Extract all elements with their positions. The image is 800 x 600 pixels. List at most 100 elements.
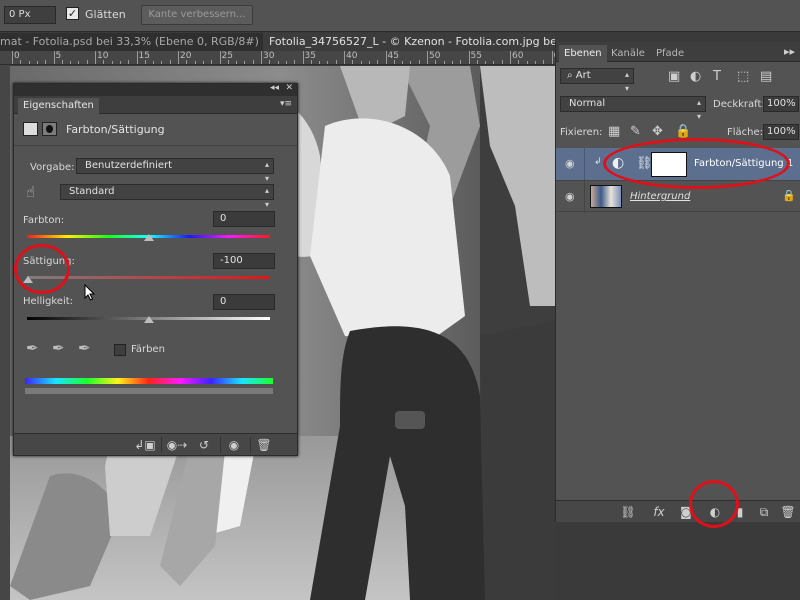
ruler-tick	[377, 60, 379, 64]
eye-icon[interactable]: ◉	[565, 157, 575, 170]
clip-to-layer-icon[interactable]: ↲▣	[134, 437, 156, 453]
colorize-label: Färben	[131, 344, 165, 355]
tab-layers[interactable]: Ebenen	[559, 45, 607, 62]
ruler-tick	[534, 61, 536, 64]
layer-row[interactable]: ◉ Hintergrund 🔒	[556, 180, 800, 213]
eyedropper-icon[interactable]: ✒	[26, 339, 39, 357]
ruler-label: 5	[55, 51, 62, 61]
ruler-tick	[219, 51, 221, 64]
new-layer-icon[interactable]: ⧉	[754, 504, 774, 520]
blend-mode-select[interactable]: Normal ▴ ▾	[560, 96, 706, 121]
ruler-tick	[443, 61, 445, 64]
ruler-tick	[319, 61, 321, 64]
ruler-tick	[20, 60, 22, 64]
properties-footer: ↲▣ ◉⇢ ↺ ◉ 🗑	[14, 433, 297, 455]
ruler-tick	[310, 60, 312, 64]
tab-paths[interactable]: Pfade	[651, 45, 689, 62]
feather-field[interactable]: 0 Px	[4, 6, 56, 24]
ruler-tick	[327, 61, 329, 64]
hue-slider-thumb[interactable]	[144, 234, 154, 241]
preset-label: Vorgabe:	[30, 162, 75, 173]
opacity-input[interactable]: 100%	[763, 96, 799, 112]
type-filter-icon[interactable]: T	[713, 69, 721, 84]
ruler-tick	[111, 61, 113, 64]
smart-object-filter-icon[interactable]: ▤	[760, 69, 772, 84]
document-tab[interactable]: mat - Fotolia.psd bei 33,3% (Ebene 0, RG…	[0, 33, 281, 51]
saturation-input[interactable]: -100	[213, 253, 275, 269]
ruler-tick	[501, 60, 503, 64]
ruler-tick	[518, 60, 520, 64]
hue-input[interactable]: 0	[213, 211, 275, 227]
saturation-slider-thumb[interactable]	[23, 276, 33, 283]
ruler-tick	[252, 60, 254, 64]
delete-icon[interactable]: 🗑	[254, 437, 274, 453]
new-group-icon[interactable]: ▮	[731, 504, 749, 520]
ruler-tick	[236, 61, 238, 64]
filter-kind-select[interactable]: ⌕ Art ▴ ▾	[560, 68, 634, 93]
lock-position-icon[interactable]: ✥	[652, 124, 663, 139]
add-mask-icon[interactable]: ◙	[676, 504, 696, 520]
link-layers-icon[interactable]: ⛓	[618, 504, 638, 520]
lock-all-icon[interactable]: 🔒	[675, 124, 691, 139]
view-previous-icon[interactable]: ◉⇢	[164, 437, 190, 453]
reset-icon[interactable]: ↺	[194, 437, 214, 453]
eye-icon[interactable]: ◉	[565, 190, 575, 203]
tab-properties[interactable]: Eigenschaften	[18, 98, 99, 114]
lightness-slider-thumb[interactable]	[144, 316, 154, 323]
visibility-icon[interactable]: ◉	[224, 437, 244, 453]
layer-name[interactable]: Farbton/Sättigung 1	[694, 158, 793, 169]
new-adjustment-layer-icon[interactable]: ◐	[704, 504, 726, 520]
collapse-icon[interactable]: ◂◂	[270, 83, 279, 93]
panel-menu-icon[interactable]: ▸▸	[784, 45, 795, 58]
smooth-checkbox[interactable]: ✓	[66, 7, 79, 20]
fill-input[interactable]: 100%	[763, 124, 799, 140]
refine-edge-button[interactable]: Kante verbessern...	[141, 5, 253, 25]
adjustment-filter-icon[interactable]: ◐	[690, 69, 701, 84]
layer-name[interactable]: Hintergrund	[630, 191, 690, 202]
preset-select[interactable]: Benutzerdefiniert ▴ ▾	[76, 158, 274, 183]
ruler-tick	[335, 60, 337, 64]
layer-style-icon[interactable]: fx	[648, 504, 670, 520]
document-tab-active[interactable]: Fotolia_34756527_L - © Kzenon - Fotolia.…	[263, 33, 555, 51]
ruler-tick	[468, 51, 470, 64]
ruler-tick	[352, 60, 354, 64]
lock-image-icon[interactable]: ✎	[630, 124, 641, 139]
shape-filter-icon[interactable]: ⬚	[737, 69, 749, 84]
layer-thumbnail[interactable]	[590, 185, 622, 208]
eyedropper-plus-icon[interactable]: ✒	[52, 339, 65, 357]
mask-icon[interactable]	[42, 122, 57, 136]
ruler-tick	[551, 51, 553, 64]
saturation-label: Sättigung:	[23, 256, 75, 267]
ruler-tick	[427, 51, 428, 64]
ruler-tick	[202, 61, 204, 64]
select-arrows-icon: ▴ ▾	[264, 186, 269, 209]
hand-tool-icon[interactable]: ☝	[26, 183, 35, 201]
tab-channels[interactable]: Kanäle	[606, 45, 650, 62]
panel-menu-icon[interactable]: ▾≡	[280, 99, 292, 109]
panel-topbar: ◂◂ ✕	[14, 83, 297, 96]
ruler-tick	[244, 61, 246, 64]
fill-label: Fläche:	[727, 127, 764, 138]
select-arrows-icon: ▴ ▾	[696, 98, 701, 121]
colorize-checkbox[interactable]	[114, 344, 126, 356]
ruler-tick	[543, 60, 545, 64]
ruler-label: 0	[14, 51, 20, 61]
eyedropper-minus-icon[interactable]: ✒	[78, 339, 91, 357]
select-arrows-icon: ▴ ▾	[624, 70, 629, 93]
ruler-tick	[410, 61, 412, 64]
layer-row-selected[interactable]: ◉ ↲ ◐ ⛓ Farbton/Sättigung 1	[556, 148, 800, 180]
ruler-tick	[510, 51, 511, 64]
close-icon[interactable]: ✕	[285, 83, 293, 93]
lock-transparent-icon[interactable]: ▦	[608, 124, 620, 139]
ruler-tick	[53, 51, 55, 64]
saturation-slider-track[interactable]	[27, 276, 270, 279]
channel-select[interactable]: Standard ▴ ▾	[60, 184, 274, 209]
ruler-tick	[78, 61, 80, 64]
layer-mask-thumbnail[interactable]	[651, 152, 687, 177]
lightness-input[interactable]: 0	[213, 294, 275, 310]
delete-layer-icon[interactable]: 🗑	[778, 504, 798, 520]
ruler-tick	[493, 61, 495, 64]
ruler-tick	[178, 51, 179, 64]
adjustment-icon[interactable]	[23, 122, 38, 136]
image-filter-icon[interactable]: ▣	[668, 69, 680, 84]
